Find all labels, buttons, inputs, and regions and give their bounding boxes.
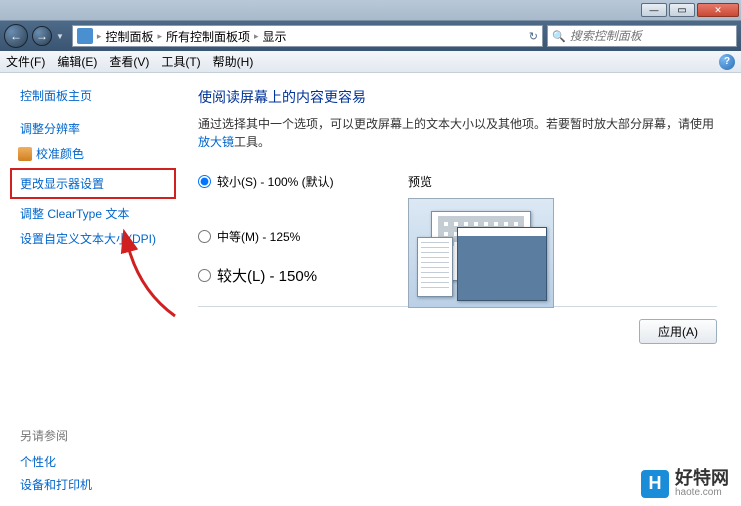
- menu-help[interactable]: 帮助(H): [213, 53, 254, 70]
- menu-file[interactable]: 文件(F): [6, 53, 45, 70]
- sidebar: 控制面板主页 调整分辨率 校准颜色 更改显示器设置 调整 ClearType 文…: [0, 73, 186, 506]
- titlebar: — ▭ ✕: [0, 0, 741, 21]
- watermark-logo: H: [641, 470, 669, 498]
- sidebar-display-settings[interactable]: 更改显示器设置: [20, 174, 166, 193]
- menu-tools[interactable]: 工具(T): [161, 53, 200, 70]
- radio-medium[interactable]: 中等(M) - 125%: [198, 228, 408, 245]
- radio-medium-input[interactable]: [198, 230, 211, 243]
- navbar: ← → ▼ ▸ 控制面板 ▸ 所有控制面板项 ▸ 显示 ↻ 🔍: [0, 21, 741, 51]
- search-box[interactable]: 🔍: [547, 25, 737, 47]
- apply-button[interactable]: 应用(A): [639, 319, 717, 344]
- refresh-icon[interactable]: ↻: [529, 30, 538, 43]
- breadcrumb-all-items[interactable]: 所有控制面板项: [166, 28, 250, 45]
- back-button[interactable]: ←: [4, 24, 28, 48]
- window-buttons: — ▭ ✕: [641, 3, 739, 17]
- preview-heading: 预览: [408, 173, 717, 190]
- radio-medium-label: 中等(M) - 125%: [217, 228, 300, 245]
- sidebar-cleartype[interactable]: 调整 ClearType 文本: [0, 201, 186, 226]
- desc-text-after: 工具。: [234, 135, 270, 149]
- preview-image: [408, 198, 554, 308]
- sidebar-see-also: 另请参阅 个性化 设备和打印机: [0, 427, 186, 496]
- sidebar-home[interactable]: 控制面板主页: [0, 83, 186, 108]
- control-panel-icon: [77, 28, 93, 44]
- radio-large-input[interactable]: [198, 269, 211, 282]
- radio-small-input[interactable]: [198, 175, 211, 188]
- breadcrumb-sep: ▸: [97, 31, 102, 42]
- menu-view[interactable]: 查看(V): [109, 53, 149, 70]
- radio-large-label: 较大(L) - 150%: [217, 265, 317, 286]
- page-title: 使阅读屏幕上的内容更容易: [198, 87, 717, 107]
- sidebar-personalize[interactable]: 个性化: [20, 450, 166, 473]
- watermark-url: haote.com: [675, 487, 729, 498]
- radio-large[interactable]: 较大(L) - 150%: [198, 265, 408, 286]
- sidebar-custom-dpi[interactable]: 设置自定义文本大小(DPI): [0, 226, 186, 251]
- content-area: 控制面板主页 调整分辨率 校准颜色 更改显示器设置 调整 ClearType 文…: [0, 73, 741, 506]
- forward-button[interactable]: →: [32, 26, 52, 46]
- maximize-button[interactable]: ▭: [669, 3, 695, 17]
- menubar: 文件(F) 编辑(E) 查看(V) 工具(T) 帮助(H) ?: [0, 51, 741, 73]
- search-input[interactable]: [570, 29, 732, 43]
- sidebar-devices[interactable]: 设备和打印机: [20, 473, 166, 496]
- close-button[interactable]: ✕: [697, 3, 739, 17]
- main-panel: 使阅读屏幕上的内容更容易 通过选择其中一个选项，可以更改屏幕上的文本大小以及其他…: [186, 73, 741, 506]
- sidebar-calibrate-color[interactable]: 校准颜色: [36, 141, 104, 166]
- radio-small[interactable]: 较小(S) - 100% (默认): [198, 173, 408, 190]
- desc-text: 通过选择其中一个选项，可以更改屏幕上的文本大小以及其他项。若要暂时放大部分屏幕，…: [198, 117, 714, 131]
- address-bar[interactable]: ▸ 控制面板 ▸ 所有控制面板项 ▸ 显示 ↻: [72, 25, 543, 47]
- radio-small-label: 较小(S) - 100% (默认): [217, 173, 334, 190]
- menu-edit[interactable]: 编辑(E): [57, 53, 97, 70]
- search-icon: 🔍: [552, 30, 566, 43]
- breadcrumb-sep: ▸: [254, 31, 259, 42]
- annotation-highlight: 更改显示器设置: [10, 168, 176, 199]
- watermark-name: 好特网: [675, 469, 729, 487]
- breadcrumb-control-panel[interactable]: 控制面板: [105, 28, 153, 45]
- see-also-heading: 另请参阅: [20, 427, 166, 444]
- watermark: H 好特网 haote.com: [641, 469, 729, 498]
- breadcrumb-sep: ▸: [157, 31, 162, 42]
- help-icon[interactable]: ?: [719, 54, 735, 70]
- magnifier-link[interactable]: 放大镜: [198, 135, 234, 149]
- page-description: 通过选择其中一个选项，可以更改屏幕上的文本大小以及其他项。若要暂时放大部分屏幕，…: [198, 115, 717, 151]
- breadcrumb-display[interactable]: 显示: [263, 28, 287, 45]
- shield-icon: [18, 147, 32, 161]
- sidebar-resolution[interactable]: 调整分辨率: [0, 116, 186, 141]
- minimize-button[interactable]: —: [641, 3, 667, 17]
- history-dropdown-icon[interactable]: ▼: [56, 32, 64, 41]
